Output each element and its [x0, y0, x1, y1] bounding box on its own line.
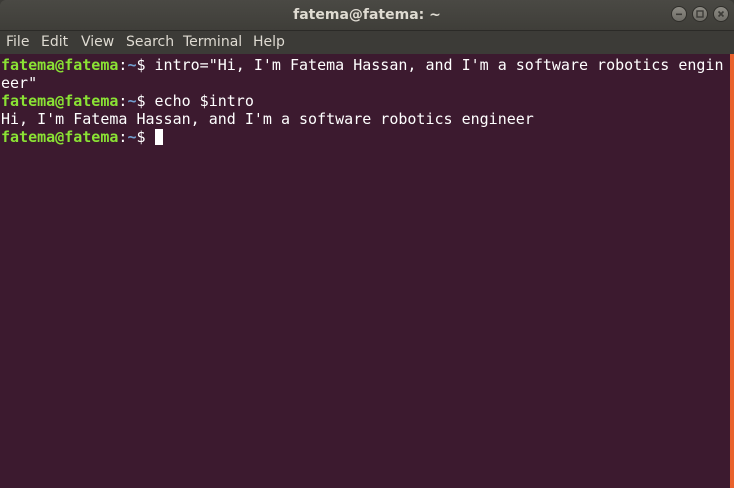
menu-edit[interactable]: Edit	[41, 31, 68, 54]
prompt-user: fatema@fatema	[1, 92, 119, 110]
maximize-button[interactable]	[692, 6, 708, 22]
command-text: intro="Hi, I'm Fatema Hassan, and I'm a …	[154, 56, 724, 74]
terminal-line: fatema@fatema:~$ intro="Hi, I'm Fatema H…	[1, 56, 723, 74]
menu-help[interactable]: Help	[253, 31, 285, 54]
menu-file[interactable]: File	[6, 31, 29, 54]
maximize-icon	[696, 10, 704, 18]
menu-terminal[interactable]: Terminal	[183, 31, 242, 54]
prompt-user: fatema@fatema	[1, 128, 119, 146]
minimize-button[interactable]	[671, 6, 687, 22]
close-icon	[717, 10, 725, 18]
terminal-line: fatema@fatema:~$	[1, 128, 163, 146]
prompt-dollar: $	[136, 92, 155, 110]
window-title: fatema@fatema: ~	[293, 7, 441, 23]
prompt-dollar: $	[136, 128, 155, 146]
output-text: Hi, I'm Fatema Hassan, and I'm a softwar…	[1, 110, 534, 128]
terminal-line: fatema@fatema:~$ echo $intro	[1, 92, 254, 110]
command-text: echo $intro	[154, 92, 254, 110]
minimize-icon	[676, 13, 682, 16]
terminal-output[interactable]: fatema@fatema:~$ intro="Hi, I'm Fatema H…	[0, 54, 730, 488]
title-bar[interactable]: fatema@fatema: ~	[0, 0, 734, 31]
terminal-window: fatema@fatema: ~ File Edit View Search T…	[0, 0, 734, 488]
command-continuation: eer"	[1, 74, 38, 92]
close-button[interactable]	[713, 6, 729, 22]
prompt-dollar: $	[136, 56, 155, 74]
menu-search[interactable]: Search	[126, 31, 174, 54]
text-cursor	[154, 129, 163, 145]
scrollbar[interactable]	[730, 54, 734, 488]
terminal-line: Hi, I'm Fatema Hassan, and I'm a softwar…	[1, 110, 534, 128]
terminal-line: eer"	[1, 74, 37, 92]
menu-view[interactable]: View	[81, 31, 114, 54]
menu-bar: File Edit View Search Terminal Help	[0, 31, 734, 54]
prompt-user: fatema@fatema	[1, 56, 119, 74]
